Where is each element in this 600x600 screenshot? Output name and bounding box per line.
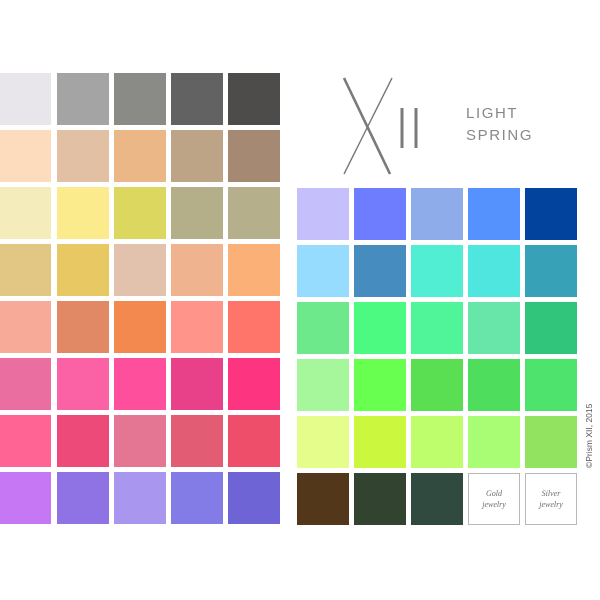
left-swatch-r2-c1 [0, 130, 51, 182]
right-swatch-r3-c2 [354, 302, 406, 354]
gold-jewelry-swatch: Gold jewelry [468, 473, 520, 525]
left-swatch-r2-c2 [57, 130, 109, 182]
left-swatch-r8-c2 [57, 472, 109, 524]
left-swatch-r1-c3 [114, 73, 166, 125]
left-swatch-r3-c5 [228, 187, 280, 239]
right-swatch-r4-c4 [468, 359, 520, 411]
left-swatch-r6-c4 [171, 358, 223, 410]
left-swatch-r2-c3 [114, 130, 166, 182]
silver-jewelry-swatch: Silver jewelry [525, 473, 577, 525]
right-swatch-r1-c2 [354, 188, 406, 240]
left-swatch-r1-c2 [57, 73, 109, 125]
left-swatch-r7-c2 [57, 415, 109, 467]
left-swatch-r4-c4 [171, 244, 223, 296]
right-swatch-r4-c5 [525, 359, 577, 411]
left-swatch-r6-c1 [0, 358, 51, 410]
left-swatch-r1-c4 [171, 73, 223, 125]
left-swatch-r3-c3 [114, 187, 166, 239]
right-swatch-r6-c3 [411, 473, 463, 525]
left-swatch-r5-c3 [114, 301, 166, 353]
left-swatch-r1-c1 [0, 73, 51, 125]
left-swatch-r4-c3 [114, 244, 166, 296]
left-swatch-r8-c5 [228, 472, 280, 524]
left-swatch-r8-c3 [114, 472, 166, 524]
left-swatch-r6-c2 [57, 358, 109, 410]
right-swatch-r4-c1 [297, 359, 349, 411]
left-swatch-r4-c2 [57, 244, 109, 296]
right-swatch-r3-c4 [468, 302, 520, 354]
left-swatch-r5-c4 [171, 301, 223, 353]
left-swatch-r4-c1 [0, 244, 51, 296]
left-swatch-r8-c1 [0, 472, 51, 524]
right-swatch-r2-c5 [525, 245, 577, 297]
copyright-notice: ©Prism XII, 2015 [584, 403, 594, 468]
season-title-line-2: SPRING [466, 127, 534, 144]
right-swatch-r5-c3 [411, 416, 463, 468]
right-swatch-r6-c2 [354, 473, 406, 525]
right-swatch-r2-c3 [411, 245, 463, 297]
right-swatch-r3-c5 [525, 302, 577, 354]
left-swatch-r2-c4 [171, 130, 223, 182]
left-swatch-r7-c5 [228, 415, 280, 467]
right-swatch-r6-c1 [297, 473, 349, 525]
left-swatch-r3-c1 [0, 187, 51, 239]
left-swatch-r5-c5 [228, 301, 280, 353]
left-swatch-r7-c3 [114, 415, 166, 467]
left-swatch-r3-c2 [57, 187, 109, 239]
right-swatch-r5-c1 [297, 416, 349, 468]
left-swatch-r2-c5 [228, 130, 280, 182]
season-title-line-1: LIGHT [466, 105, 519, 122]
right-swatch-r1-c3 [411, 188, 463, 240]
right-swatch-r4-c2 [354, 359, 406, 411]
right-swatch-r2-c1 [297, 245, 349, 297]
left-swatch-r5-c1 [0, 301, 51, 353]
left-swatch-r4-c5 [228, 244, 280, 296]
right-swatch-r1-c4 [468, 188, 520, 240]
right-swatch-r1-c5 [525, 188, 577, 240]
right-swatch-r5-c5 [525, 416, 577, 468]
right-swatch-r1-c1 [297, 188, 349, 240]
right-swatch-r5-c4 [468, 416, 520, 468]
right-swatch-r2-c2 [354, 245, 406, 297]
right-swatch-r2-c4 [468, 245, 520, 297]
right-swatch-r5-c2 [354, 416, 406, 468]
right-swatch-r3-c1 [297, 302, 349, 354]
left-swatch-r1-c5 [228, 73, 280, 125]
prism-xii-logo [342, 77, 418, 175]
gold-jewelry-label: Gold jewelry [482, 489, 506, 509]
left-swatch-r7-c1 [0, 415, 51, 467]
left-swatch-r3-c4 [171, 187, 223, 239]
right-swatch-r4-c3 [411, 359, 463, 411]
left-swatch-r6-c5 [228, 358, 280, 410]
left-swatch-r7-c4 [171, 415, 223, 467]
silver-jewelry-label: Silver jewelry [539, 489, 563, 509]
left-swatch-r6-c3 [114, 358, 166, 410]
left-swatch-r5-c2 [57, 301, 109, 353]
right-swatch-r3-c3 [411, 302, 463, 354]
left-swatch-r8-c4 [171, 472, 223, 524]
